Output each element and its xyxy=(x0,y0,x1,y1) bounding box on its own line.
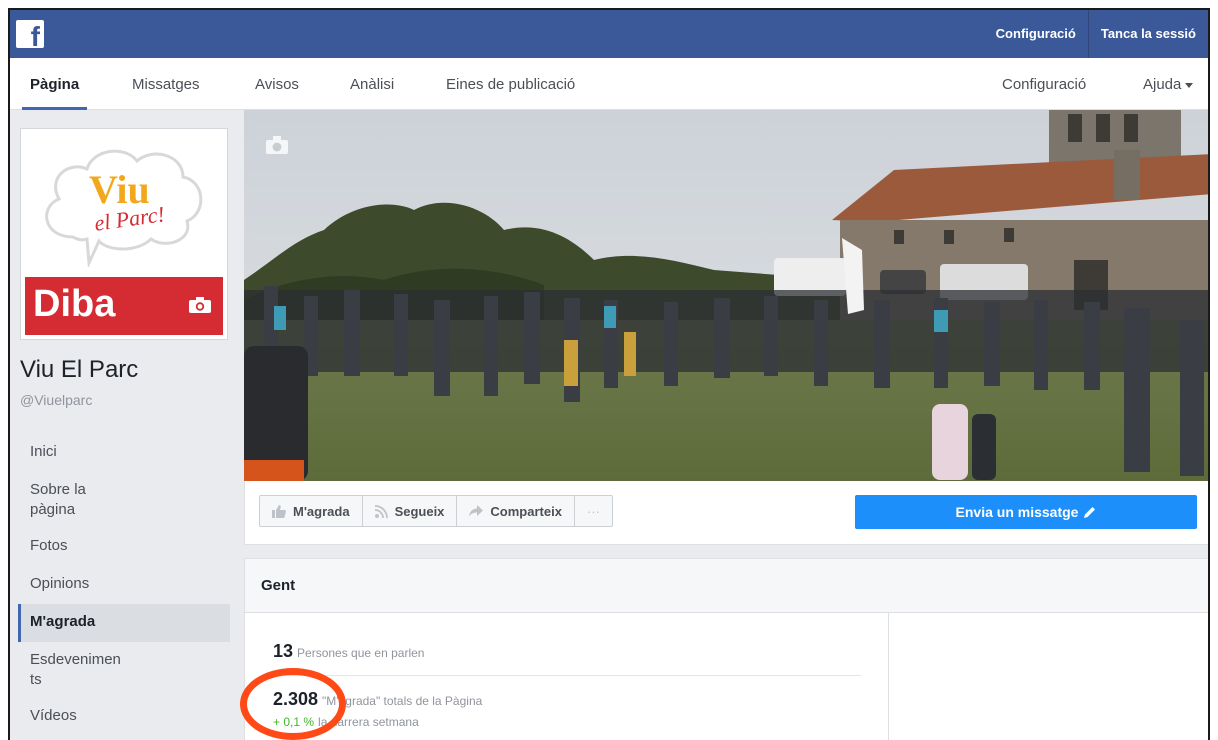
pencil-icon xyxy=(1084,507,1096,518)
follow-button[interactable]: Segueix xyxy=(361,496,457,526)
tab-help[interactable]: Ajuda xyxy=(1143,58,1194,110)
more-options-button[interactable]: ··· xyxy=(573,496,612,526)
sidebar-item-videos[interactable]: Vídeos xyxy=(18,698,230,736)
sidebar-item-events[interactable]: Esdeveniments xyxy=(18,642,136,698)
action-button-group: M'agrada Segueix Comparteix ··· xyxy=(259,495,613,527)
people-card: Gent 13 Persones que en parlen 2.308 "M'ag… xyxy=(244,558,1208,740)
talking-about-count: 13 xyxy=(273,641,294,661)
cover-photo[interactable] xyxy=(244,110,1208,481)
camera-icon[interactable] xyxy=(189,297,211,313)
total-likes-label: "M'agrada" totals de la Pàgina xyxy=(322,694,483,708)
stats-divider xyxy=(273,675,861,676)
page-username[interactable]: @Viuelparc xyxy=(20,392,92,408)
rss-icon xyxy=(374,504,388,518)
people-stats: 13 Persones que en parlen 2.308 "M'agrada"… xyxy=(245,613,889,740)
talking-about-stat: 13 Persones que en parlen xyxy=(273,641,424,662)
help-label: Ajuda xyxy=(1143,76,1182,93)
share-button[interactable]: Comparteix xyxy=(456,496,574,526)
tab-insights[interactable]: Anàlisi xyxy=(350,58,394,110)
cover-photo-image xyxy=(244,110,1208,481)
page-navigation: Pàgina Missatges Avisos Anàlisi Eines de… xyxy=(10,58,1208,110)
sidebar-item-home[interactable]: Inici xyxy=(18,434,230,472)
tab-publishing-tools[interactable]: Eines de publicació xyxy=(446,58,575,110)
share-arrow-icon xyxy=(469,505,484,517)
send-message-button[interactable]: Envia un missatge xyxy=(855,495,1197,529)
facebook-page-window: f Configuració Tanca la sessió Pàgina Mi… xyxy=(8,8,1210,740)
sidebar-item-likes[interactable]: M'agrada xyxy=(18,604,230,642)
highlight-annotation-oval xyxy=(240,668,346,740)
action-bar: M'agrada Segueix Comparteix ··· Envia un… xyxy=(244,481,1208,545)
chevron-down-icon xyxy=(1185,82,1194,88)
profile-picture[interactable]: Viu el Parc! Diba xyxy=(20,128,228,340)
tab-notifications[interactable]: Avisos xyxy=(255,58,299,110)
send-message-label: Envia un missatge xyxy=(955,504,1079,520)
follow-button-label: Segueix xyxy=(394,503,445,519)
like-button[interactable]: M'agrada xyxy=(260,496,362,526)
sidebar-item-reviews[interactable]: Opinions xyxy=(18,566,230,604)
page-title[interactable]: Viu El Parc xyxy=(20,356,138,384)
top-bar: f Configuració Tanca la sessió xyxy=(10,10,1208,58)
tab-settings[interactable]: Configuració xyxy=(1002,58,1086,110)
top-settings-link[interactable]: Configuració xyxy=(984,10,1088,58)
people-card-title: Gent xyxy=(245,559,1208,613)
facebook-logo-icon[interactable]: f xyxy=(16,20,44,48)
sidebar-item-about[interactable]: Sobre la pàgina xyxy=(18,472,126,528)
tab-page[interactable]: Pàgina xyxy=(21,58,88,110)
diba-banner: Diba xyxy=(25,277,223,335)
sidebar-item-photos[interactable]: Fotos xyxy=(18,528,230,566)
left-navigation: Inici Sobre la pàgina Fotos Opinions M'a… xyxy=(18,434,230,736)
like-button-label: M'agrada xyxy=(293,503,350,519)
cover-camera-icon[interactable] xyxy=(266,136,288,154)
diba-brand-text: Diba xyxy=(33,283,116,325)
logout-link[interactable]: Tanca la sessió xyxy=(1087,10,1208,58)
cloud-logo-icon: Viu el Parc! xyxy=(45,149,203,267)
share-button-label: Comparteix xyxy=(490,503,562,519)
talking-about-label: Persones que en parlen xyxy=(297,646,425,660)
top-bar-links: Configuració Tanca la sessió xyxy=(984,10,1208,58)
thumbs-up-icon xyxy=(272,504,286,518)
tab-messages[interactable]: Missatges xyxy=(132,58,200,110)
